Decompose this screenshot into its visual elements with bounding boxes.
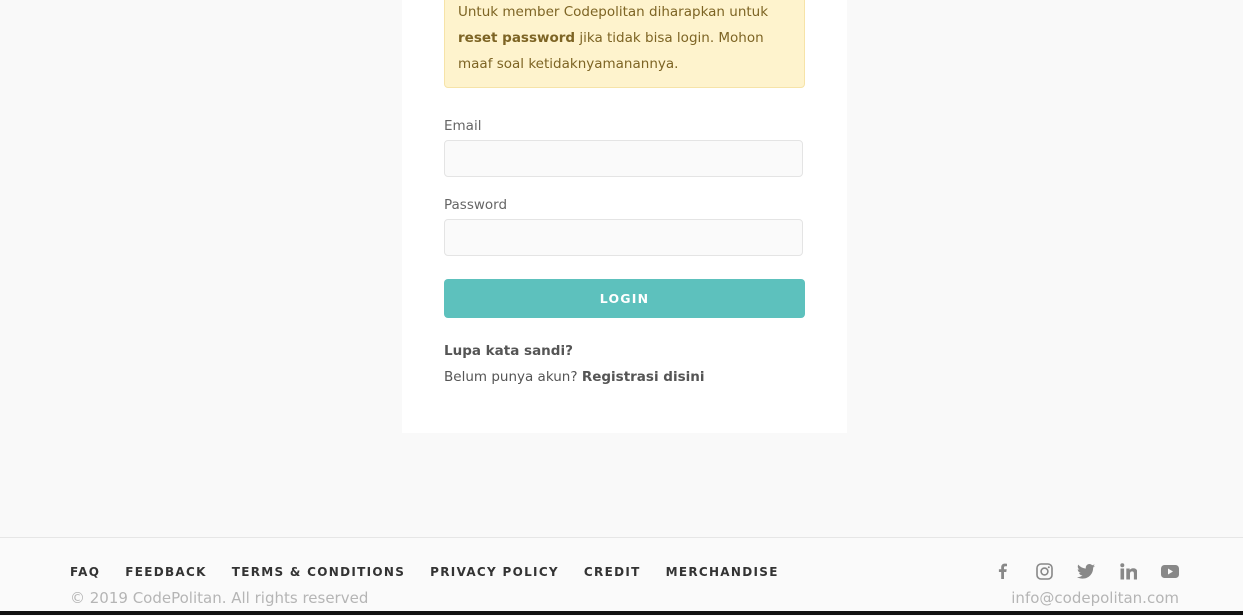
linkedin-icon[interactable] — [1117, 560, 1139, 582]
forgot-password-link[interactable]: Lupa kata sandi? — [444, 343, 573, 359]
footer-nav: FAQ FEEDBACK TERMS & CONDITIONS PRIVACY … — [70, 565, 779, 579]
email-label: Email — [444, 118, 482, 134]
password-field[interactable] — [444, 219, 803, 256]
register-link[interactable]: Registrasi disini — [582, 369, 705, 385]
notice-text-start: Untuk member Codepolitan diharapkan untu… — [458, 4, 769, 20]
copyright-text: © 2019 CodePolitan. All rights reserved — [70, 589, 369, 607]
footer: FAQ FEEDBACK TERMS & CONDITIONS PRIVACY … — [0, 537, 1243, 616]
register-line: Belum punya akun? Registrasi disini — [444, 369, 704, 385]
password-label: Password — [444, 197, 508, 213]
login-card: Untuk member Codepolitan diharapkan untu… — [402, 0, 847, 433]
footer-link-credit[interactable]: CREDIT — [584, 565, 641, 579]
instagram-icon[interactable] — [1033, 560, 1055, 582]
login-button[interactable]: LOGIN — [444, 279, 805, 318]
bottom-edge-bar — [0, 611, 1243, 615]
youtube-icon[interactable] — [1159, 560, 1181, 582]
notice-alert: Untuk member Codepolitan diharapkan untu… — [444, 0, 805, 88]
register-prompt: Belum punya akun? — [444, 369, 578, 385]
footer-link-privacy[interactable]: PRIVACY POLICY — [430, 565, 559, 579]
notice-bold-text: reset password — [458, 30, 576, 46]
contact-email[interactable]: info@codepolitan.com — [1011, 589, 1179, 607]
footer-link-faq[interactable]: FAQ — [70, 565, 100, 579]
footer-link-merchandise[interactable]: MERCHANDISE — [666, 565, 779, 579]
footer-link-feedback[interactable]: FEEDBACK — [125, 565, 207, 579]
footer-link-terms[interactable]: TERMS & CONDITIONS — [232, 565, 405, 579]
facebook-icon[interactable] — [991, 560, 1013, 582]
twitter-icon[interactable] — [1075, 560, 1097, 582]
social-links — [991, 560, 1181, 582]
email-field[interactable] — [444, 140, 803, 177]
